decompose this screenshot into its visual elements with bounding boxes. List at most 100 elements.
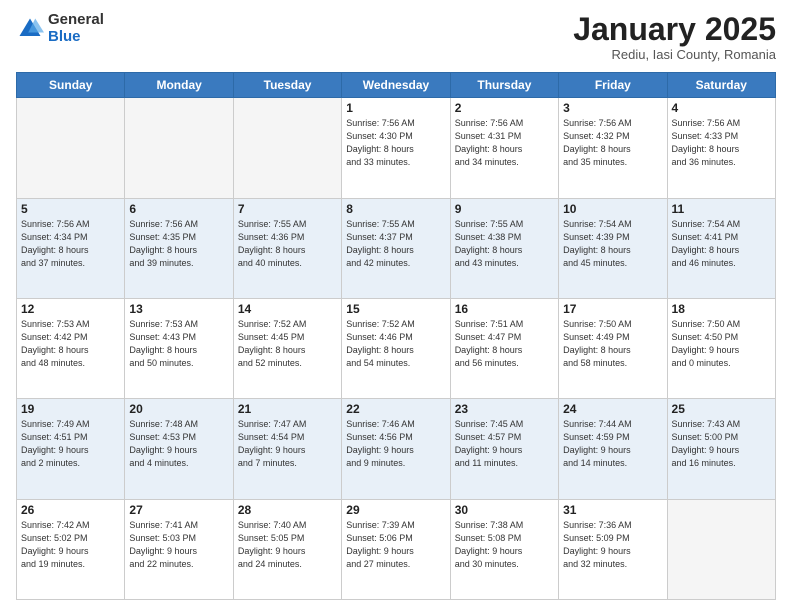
table-row: 6 Sunrise: 7:56 AMSunset: 4:35 PMDaylight… (125, 198, 233, 298)
day-info: Sunrise: 7:56 AMSunset: 4:34 PMDaylight:… (21, 218, 120, 270)
calendar-week-row: 12Sunrise: 7:53 AMSunset: 4:42 PMDayligh… (17, 298, 776, 398)
day-info: Sunrise: 7:48 AMSunset: 4:53 PMDaylight:… (129, 418, 228, 470)
day-number: 13 (129, 302, 228, 316)
day-number: 26 (21, 503, 120, 517)
day-info: Sunrise: 7:49 AMSunset: 4:51 PMDaylight:… (21, 418, 120, 470)
logo: General Blue (16, 12, 104, 45)
day-number: 29 (346, 503, 445, 517)
day-number: 17 (563, 302, 662, 316)
table-row: 1 Sunrise: 7:56 AMSunset: 4:30 PMDaylight… (342, 98, 450, 198)
header-monday: Monday (125, 73, 233, 98)
day-info: Sunrise: 7:56 AMSunset: 4:30 PMDaylight:… (346, 117, 445, 169)
table-row: 5 Sunrise: 7:56 AMSunset: 4:34 PMDaylight… (17, 198, 125, 298)
day-info: Sunrise: 7:53 AMSunset: 4:42 PMDaylight:… (21, 318, 120, 370)
day-info: Sunrise: 7:38 AMSunset: 5:08 PMDaylight:… (455, 519, 554, 571)
day-info: Sunrise: 7:56 AMSunset: 4:35 PMDaylight:… (129, 218, 228, 270)
day-number: 10 (563, 202, 662, 216)
weekday-header-row: Sunday Monday Tuesday Wednesday Thursday… (17, 73, 776, 98)
header-saturday: Saturday (667, 73, 775, 98)
table-row: 8 Sunrise: 7:55 AMSunset: 4:37 PMDaylight… (342, 198, 450, 298)
table-row: 17 Sunrise: 7:50 AMSunset: 4:49 PMDayligh… (559, 298, 667, 398)
day-number: 15 (346, 302, 445, 316)
day-number: 9 (455, 202, 554, 216)
day-number: 4 (672, 101, 771, 115)
day-number: 1 (346, 101, 445, 115)
calendar-week-row: 19Sunrise: 7:49 AMSunset: 4:51 PMDayligh… (17, 399, 776, 499)
calendar-title: January 2025 (573, 12, 776, 47)
table-row: 3 Sunrise: 7:56 AMSunset: 4:32 PMDaylight… (559, 98, 667, 198)
table-row: 14Sunrise: 7:52 AMSunset: 4:45 PMDayligh… (233, 298, 341, 398)
day-info: Sunrise: 7:43 AMSunset: 5:00 PMDaylight:… (672, 418, 771, 470)
title-block: January 2025 Rediu, Iasi County, Romania (573, 12, 776, 62)
day-number: 31 (563, 503, 662, 517)
table-row: 22Sunrise: 7:46 AMSunset: 4:56 PMDayligh… (342, 399, 450, 499)
day-number: 21 (238, 402, 337, 416)
day-number: 24 (563, 402, 662, 416)
day-info: Sunrise: 7:56 AMSunset: 4:31 PMDaylight:… (455, 117, 554, 169)
day-info: Sunrise: 7:50 AMSunset: 4:49 PMDaylight:… (563, 318, 662, 370)
table-row: 2 Sunrise: 7:56 AMSunset: 4:31 PMDaylight… (450, 98, 558, 198)
table-row (233, 98, 341, 198)
day-info: Sunrise: 7:55 AMSunset: 4:38 PMDaylight:… (455, 218, 554, 270)
logo-blue-text: Blue (48, 29, 104, 46)
day-info: Sunrise: 7:50 AMSunset: 4:50 PMDaylight:… (672, 318, 771, 370)
table-row: 21 Sunrise: 7:47 AMSunset: 4:54 PMDayligh… (233, 399, 341, 499)
day-number: 2 (455, 101, 554, 115)
table-row: 26 Sunrise: 7:42 AMSunset: 5:02 PMDayligh… (17, 499, 125, 599)
header-sunday: Sunday (17, 73, 125, 98)
calendar-subtitle: Rediu, Iasi County, Romania (573, 47, 776, 62)
day-number: 8 (346, 202, 445, 216)
day-number: 27 (129, 503, 228, 517)
header-wednesday: Wednesday (342, 73, 450, 98)
day-info: Sunrise: 7:56 AMSunset: 4:33 PMDaylight:… (672, 117, 771, 169)
logo-text: General Blue (48, 12, 104, 45)
day-info: Sunrise: 7:40 AMSunset: 5:05 PMDaylight:… (238, 519, 337, 571)
day-info: Sunrise: 7:36 AMSunset: 5:09 PMDaylight:… (563, 519, 662, 571)
day-number: 18 (672, 302, 771, 316)
table-row: 18 Sunrise: 7:50 AMSunset: 4:50 PMDayligh… (667, 298, 775, 398)
table-row: 15 Sunrise: 7:52 AMSunset: 4:46 PMDayligh… (342, 298, 450, 398)
logo-general-text: General (48, 12, 104, 29)
day-number: 20 (129, 402, 228, 416)
table-row: 12Sunrise: 7:53 AMSunset: 4:42 PMDayligh… (17, 298, 125, 398)
day-info: Sunrise: 7:45 AMSunset: 4:57 PMDaylight:… (455, 418, 554, 470)
day-number: 25 (672, 402, 771, 416)
day-info: Sunrise: 7:55 AMSunset: 4:36 PMDaylight:… (238, 218, 337, 270)
day-info: Sunrise: 7:52 AMSunset: 4:46 PMDaylight:… (346, 318, 445, 370)
table-row: 16Sunrise: 7:51 AMSunset: 4:47 PMDayligh… (450, 298, 558, 398)
day-info: Sunrise: 7:54 AMSunset: 4:39 PMDaylight:… (563, 218, 662, 270)
table-row: 13 Sunrise: 7:53 AMSunset: 4:43 PMDayligh… (125, 298, 233, 398)
day-info: Sunrise: 7:52 AMSunset: 4:45 PMDaylight:… (238, 318, 337, 370)
table-row: 23Sunrise: 7:45 AMSunset: 4:57 PMDayligh… (450, 399, 558, 499)
day-number: 6 (129, 202, 228, 216)
table-row (17, 98, 125, 198)
day-number: 5 (21, 202, 120, 216)
table-row: 4 Sunrise: 7:56 AMSunset: 4:33 PMDaylight… (667, 98, 775, 198)
day-info: Sunrise: 7:53 AMSunset: 4:43 PMDaylight:… (129, 318, 228, 370)
table-row: 25 Sunrise: 7:43 AMSunset: 5:00 PMDayligh… (667, 399, 775, 499)
table-row: 24 Sunrise: 7:44 AMSunset: 4:59 PMDayligh… (559, 399, 667, 499)
page: General Blue January 2025 Rediu, Iasi Co… (0, 0, 792, 612)
day-info: Sunrise: 7:47 AMSunset: 4:54 PMDaylight:… (238, 418, 337, 470)
table-row (667, 499, 775, 599)
table-row (125, 98, 233, 198)
day-info: Sunrise: 7:42 AMSunset: 5:02 PMDaylight:… (21, 519, 120, 571)
table-row: 9 Sunrise: 7:55 AMSunset: 4:38 PMDaylight… (450, 198, 558, 298)
day-info: Sunrise: 7:56 AMSunset: 4:32 PMDaylight:… (563, 117, 662, 169)
table-row: 19Sunrise: 7:49 AMSunset: 4:51 PMDayligh… (17, 399, 125, 499)
table-row: 29Sunrise: 7:39 AMSunset: 5:06 PMDayligh… (342, 499, 450, 599)
logo-icon (16, 15, 44, 43)
day-info: Sunrise: 7:55 AMSunset: 4:37 PMDaylight:… (346, 218, 445, 270)
header-friday: Friday (559, 73, 667, 98)
day-number: 3 (563, 101, 662, 115)
day-number: 30 (455, 503, 554, 517)
calendar-week-row: 1 Sunrise: 7:56 AMSunset: 4:30 PMDaylight… (17, 98, 776, 198)
table-row: 10 Sunrise: 7:54 AMSunset: 4:39 PMDayligh… (559, 198, 667, 298)
day-number: 11 (672, 202, 771, 216)
calendar-week-row: 5 Sunrise: 7:56 AMSunset: 4:34 PMDaylight… (17, 198, 776, 298)
header: General Blue January 2025 Rediu, Iasi Co… (16, 12, 776, 62)
header-tuesday: Tuesday (233, 73, 341, 98)
day-info: Sunrise: 7:54 AMSunset: 4:41 PMDaylight:… (672, 218, 771, 270)
day-info: Sunrise: 7:44 AMSunset: 4:59 PMDaylight:… (563, 418, 662, 470)
table-row: 31 Sunrise: 7:36 AMSunset: 5:09 PMDayligh… (559, 499, 667, 599)
